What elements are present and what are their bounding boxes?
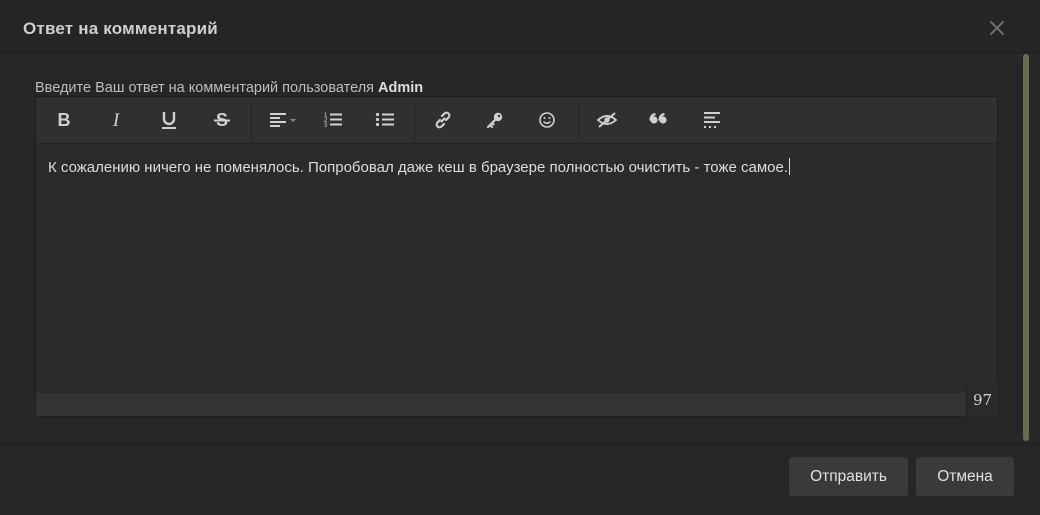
editor-toolbar: B I S 1 2 3 [36,97,997,144]
dialog-header: Ответ на комментарий [0,0,1040,53]
hide-eye-icon [596,112,618,128]
bold-button[interactable]: B [48,105,80,135]
strikethrough-icon: S [214,111,230,129]
quote-icon [649,112,667,124]
spoiler-lines-icon [704,112,720,128]
align-dropdown-button[interactable] [262,105,302,135]
reply-label: Введите Ваш ответ на комментарий пользов… [35,80,423,96]
spoiler-button[interactable] [696,105,728,135]
underline-button[interactable] [153,105,185,135]
emoji-button[interactable] [531,105,563,135]
underline-icon [162,112,176,129]
cancel-button[interactable]: Отмена [916,457,1014,496]
svg-text:B: B [58,111,71,129]
reply-text: К сожалению ничего не поменялось. Попроб… [48,158,791,176]
hide-button[interactable] [591,105,623,135]
link-button[interactable] [427,105,459,135]
toolbar-separator [414,101,415,139]
ordered-list-icon: 1 2 3 [324,113,342,129]
reply-dialog: Ответ на комментарий Введите Ваш ответ н… [0,0,1040,515]
text-caret [789,158,791,175]
link-icon [435,111,451,129]
svg-text:3: 3 [324,123,328,129]
italic-icon: I [112,111,121,129]
toolbar-separator [578,101,579,139]
quote-button[interactable] [643,105,675,135]
reply-text-value: К сожалению ничего не поменялось. Попроб… [48,159,789,176]
strikethrough-button[interactable]: S [206,105,238,135]
key-icon [486,112,503,129]
italic-button[interactable]: I [100,105,132,135]
rich-text-editor: B I S 1 2 3 К сожалению ничего не поменя… [35,96,998,417]
close-button[interactable] [984,15,1010,41]
svg-text:I: I [112,111,121,129]
dialog-title: Ответ на комментарий [23,19,218,38]
close-icon [990,21,1004,35]
bullet-list-button[interactable] [369,105,401,135]
char-counter: 97 [966,383,998,417]
reply-label-user: Admin [378,80,424,96]
send-button[interactable]: Отправить [789,457,908,496]
ordered-list-button[interactable]: 1 2 3 [317,105,349,135]
editor-statusbar [36,393,997,416]
align-left-dropdown-icon [270,113,296,127]
bold-icon: B [58,111,71,129]
key-button[interactable] [479,105,511,135]
reply-label-prefix: Введите Ваш ответ на комментарий пользов… [35,80,379,96]
dialog-scrollbar[interactable] [1023,54,1029,441]
toolbar-separator [251,101,252,139]
reply-textarea[interactable]: К сожалению ничего не поменялось. Попроб… [36,144,997,392]
smile-icon [539,112,555,128]
bullet-list-icon [375,112,394,127]
